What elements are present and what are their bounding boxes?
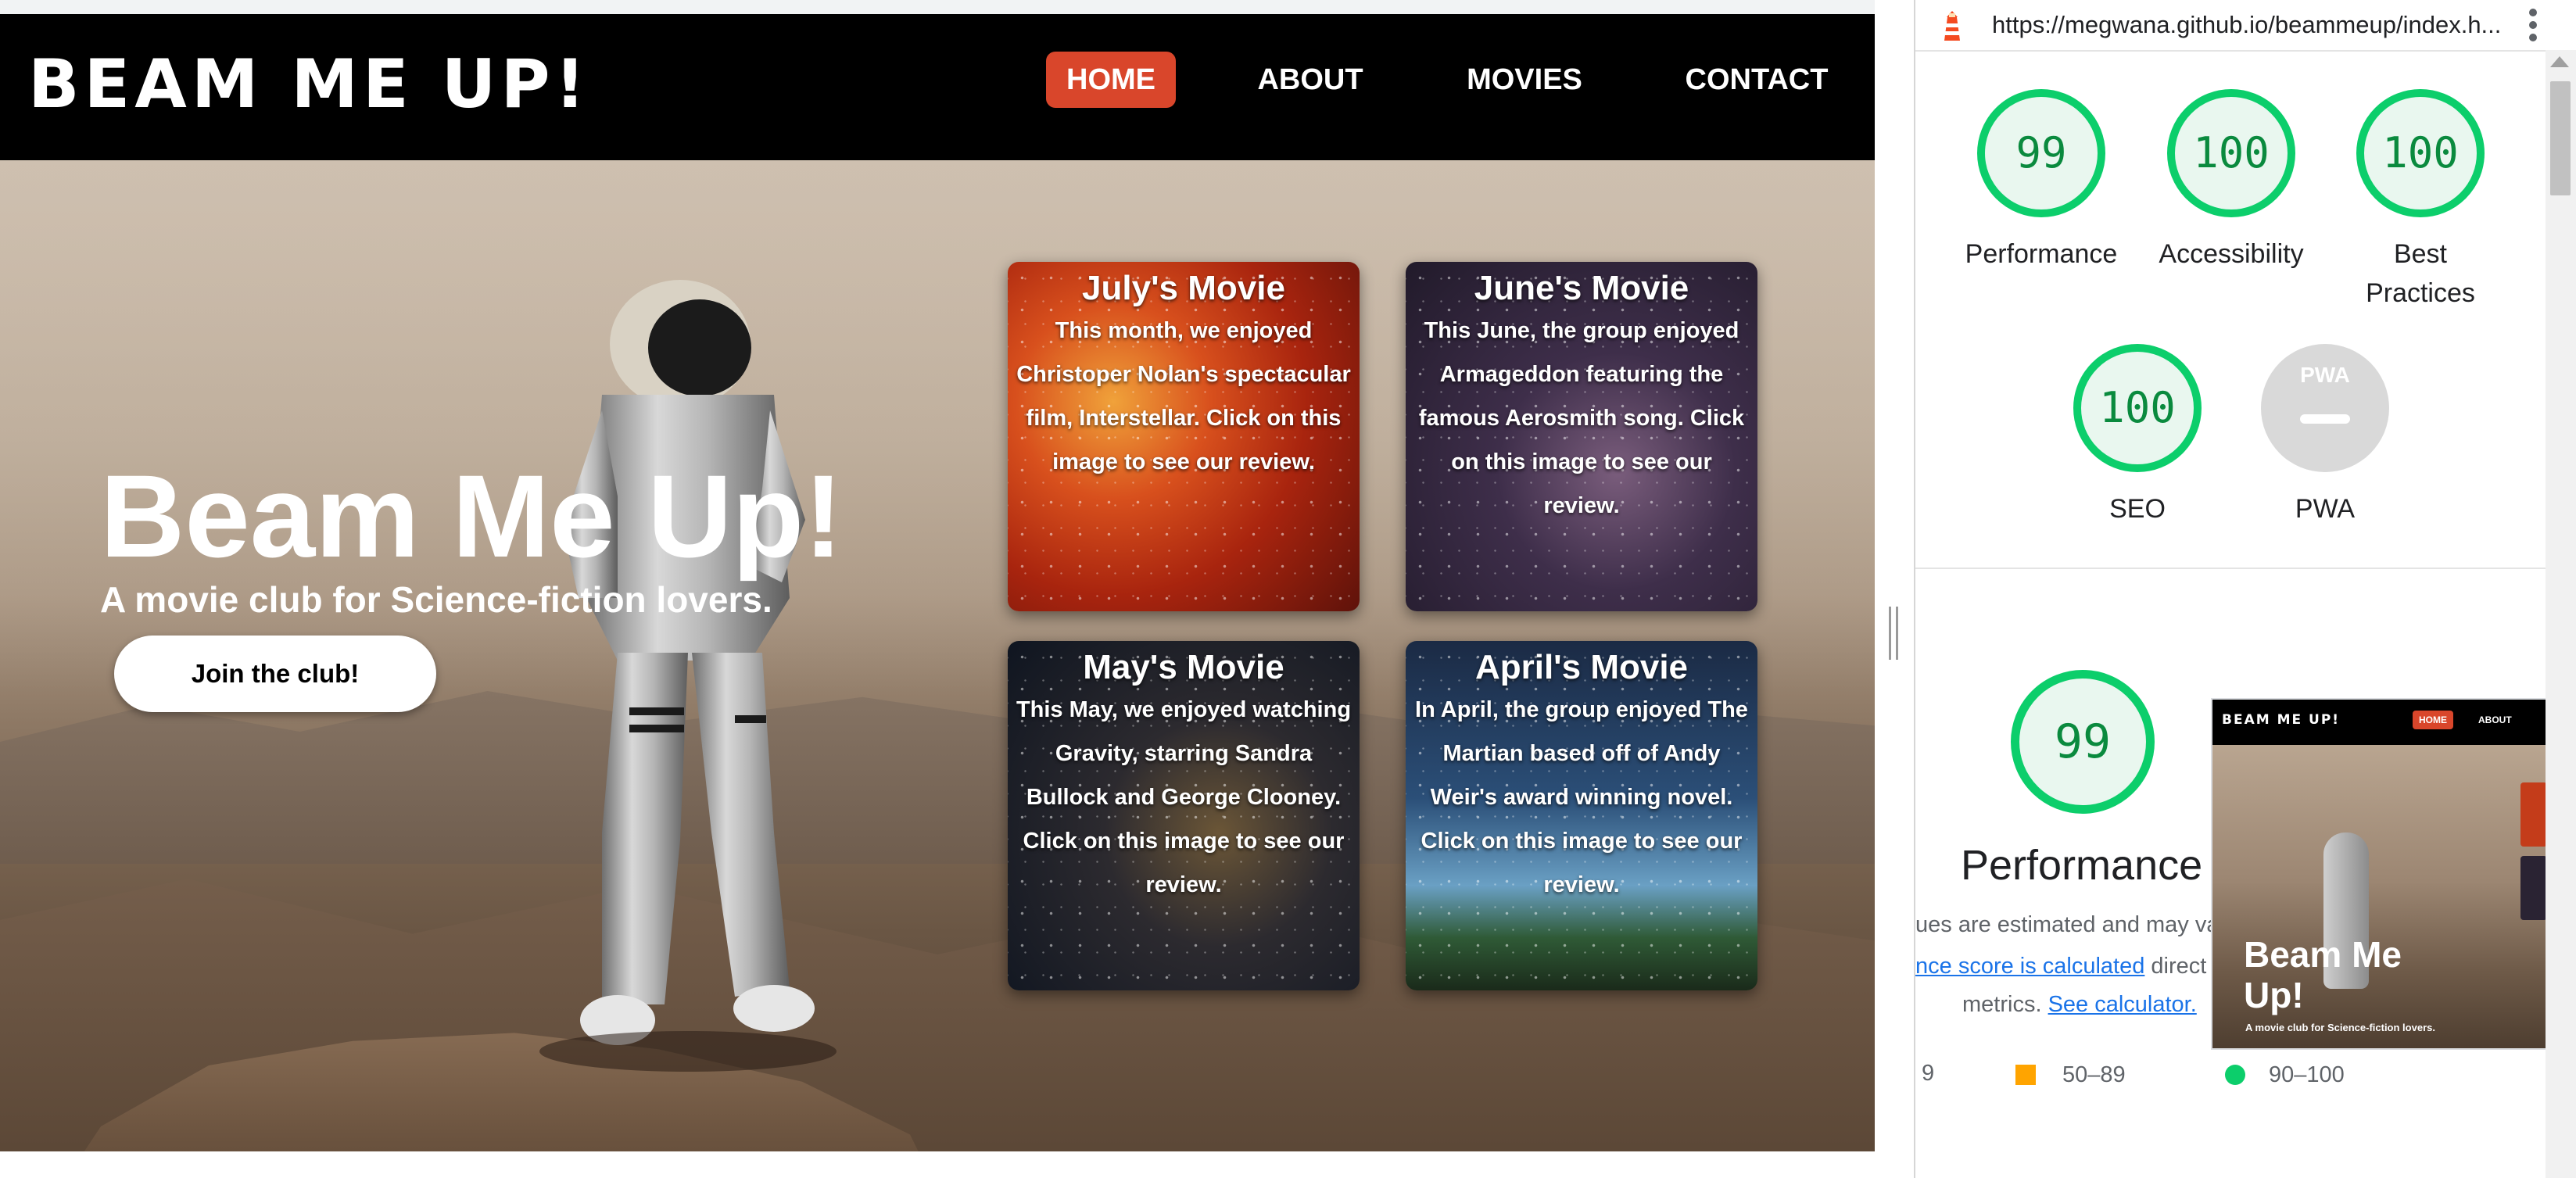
card-title: May's Movie: [1083, 648, 1284, 686]
panel-divider: [1875, 0, 1914, 1178]
movie-card-may[interactable]: May's Movie This May, we enjoyed watchin…: [1008, 641, 1360, 990]
hero-title: Beam Me Up!: [100, 450, 844, 582]
best-practices-label: Best Practices: [2334, 235, 2506, 313]
thumbnail-about: ABOUT: [2478, 714, 2512, 725]
seo-gauge[interactable]: 100: [2073, 344, 2202, 472]
performance-gauge[interactable]: 99: [1977, 89, 2105, 217]
description-text: metrics.: [1962, 992, 2048, 1017]
performance-detail-gauge: 99: [2011, 670, 2155, 814]
thumbnail-title: Beam Me Up!: [2244, 934, 2402, 1015]
website-viewport: BEAM ME UP! HOME ABOUT MOVIES CONTACT Be…: [0, 0, 1875, 1178]
scrollbar[interactable]: [2546, 50, 2576, 1178]
accessibility-gauge[interactable]: 100: [2167, 89, 2295, 217]
section-separator: [1915, 568, 2546, 569]
legend-fail-partial: 9: [1922, 1061, 1935, 1086]
lighthouse-icon: [1944, 11, 1960, 41]
pwa-gauge[interactable]: PWA: [2261, 344, 2389, 472]
legend-pass-label: 90–100: [2269, 1062, 2345, 1087]
lighthouse-panel: https://megwana.github.io/beammeup/index…: [1915, 0, 2576, 1178]
pwa-badge-icon: PWA: [2300, 363, 2350, 387]
accessibility-label: Accessibility: [2159, 239, 2304, 269]
thumbnail-card: [2520, 856, 2547, 920]
best-practices-label-line2: Practices: [2366, 278, 2475, 308]
performance-detail-score: 99: [2054, 714, 2112, 769]
report-url-bar: https://megwana.github.io/beammeup/index…: [1915, 0, 2576, 52]
scroll-up-arrow-icon[interactable]: [2550, 56, 2569, 67]
resize-handle[interactable]: [1889, 607, 1898, 660]
performance-description-line3: metrics. See calculator.: [1962, 990, 2197, 1019]
see-calculator-link[interactable]: See calculator.: [2048, 992, 2197, 1017]
seo-label: SEO: [2109, 494, 2166, 524]
legend-pass-circle-icon: [2225, 1065, 2245, 1085]
join-club-button[interactable]: Join the club!: [114, 636, 436, 712]
legend-average-label: 50–89: [2062, 1062, 2126, 1087]
hero-section: Beam Me Up! A movie club for Science-fic…: [0, 160, 1875, 1151]
best-practices-score: 100: [2382, 128, 2459, 177]
best-practices-label-line1: Best: [2393, 239, 2448, 269]
description-text: direct: [2144, 954, 2207, 979]
card-text: In April, the group enjoyed The Martian …: [1415, 697, 1748, 897]
card-title: April's Movie: [1474, 648, 1689, 686]
movie-card-july[interactable]: July's Movie This month, we enjoyed Chri…: [1008, 262, 1360, 611]
thumbnail-navbar: BEAM ME UP! HOME ABOUT: [2212, 700, 2547, 745]
top-strip: [0, 0, 1875, 14]
site-brand-logo[interactable]: BEAM ME UP!: [28, 45, 590, 124]
nav-home-link[interactable]: HOME: [1046, 52, 1176, 108]
legend-average-square-icon: [2015, 1065, 2036, 1085]
pwa-dash: [2300, 414, 2350, 424]
nav-movies-link[interactable]: MOVIES: [1462, 52, 1587, 108]
card-content: May's Movie This May, we enjoyed watchin…: [1008, 647, 1360, 907]
hero-subtitle: A movie club for Science-fiction lovers.: [100, 579, 772, 620]
accessibility-score: 100: [2193, 128, 2270, 177]
thumbnail-subtitle: A movie club for Science-fiction lovers.: [2245, 1022, 2435, 1033]
performance-description-line1: ues are estimated and may va: [1915, 912, 2220, 937]
seo-score: 100: [2099, 383, 2176, 432]
card-text: This May, we enjoyed watching Gravity, s…: [1016, 697, 1352, 897]
pwa-label: PWA: [2295, 494, 2356, 524]
movie-card-april[interactable]: April's Movie In April, the group enjoye…: [1406, 641, 1757, 990]
score-calculation-link[interactable]: nce score is calculated: [1915, 954, 2144, 979]
page-bottom: [0, 1151, 1875, 1178]
thumbnail-brand: BEAM ME UP!: [2222, 712, 2341, 728]
page-screenshot-thumbnail[interactable]: BEAM ME UP! HOME ABOUT Beam Me Up! A mov…: [2211, 698, 2549, 1050]
nav-about-link[interactable]: ABOUT: [1248, 52, 1373, 108]
report-url[interactable]: https://megwana.github.io/beammeup/index…: [1992, 6, 2501, 44]
performance-heading: Performance: [1961, 842, 2203, 889]
scrollbar-thumb[interactable]: [2550, 81, 2571, 195]
performance-description-line2: nce score is calculated direct: [1915, 952, 2206, 980]
performance-score: 99: [2015, 128, 2067, 177]
card-content: June's Movie This June, the group enjoye…: [1406, 268, 1757, 528]
card-text: This month, we enjoyed Christoper Nolan'…: [1016, 318, 1351, 474]
card-title: July's Movie: [1082, 269, 1285, 307]
card-content: July's Movie This month, we enjoyed Chri…: [1008, 268, 1360, 484]
card-text: This June, the group enjoyed Armageddon …: [1418, 318, 1745, 518]
more-vert-icon[interactable]: [2525, 5, 2541, 45]
movie-card-june[interactable]: June's Movie This June, the group enjoye…: [1406, 262, 1757, 611]
thumbnail-home: HOME: [2413, 711, 2453, 729]
nav-contact-link[interactable]: CONTACT: [1681, 52, 1833, 108]
thumbnail-card: [2520, 782, 2547, 847]
performance-label: Performance: [1965, 239, 2118, 269]
site-navbar: BEAM ME UP! HOME ABOUT MOVIES CONTACT: [0, 14, 1875, 160]
card-title: June's Movie: [1474, 269, 1689, 307]
card-content: April's Movie In April, the group enjoye…: [1406, 647, 1757, 907]
best-practices-gauge[interactable]: 100: [2356, 89, 2485, 217]
